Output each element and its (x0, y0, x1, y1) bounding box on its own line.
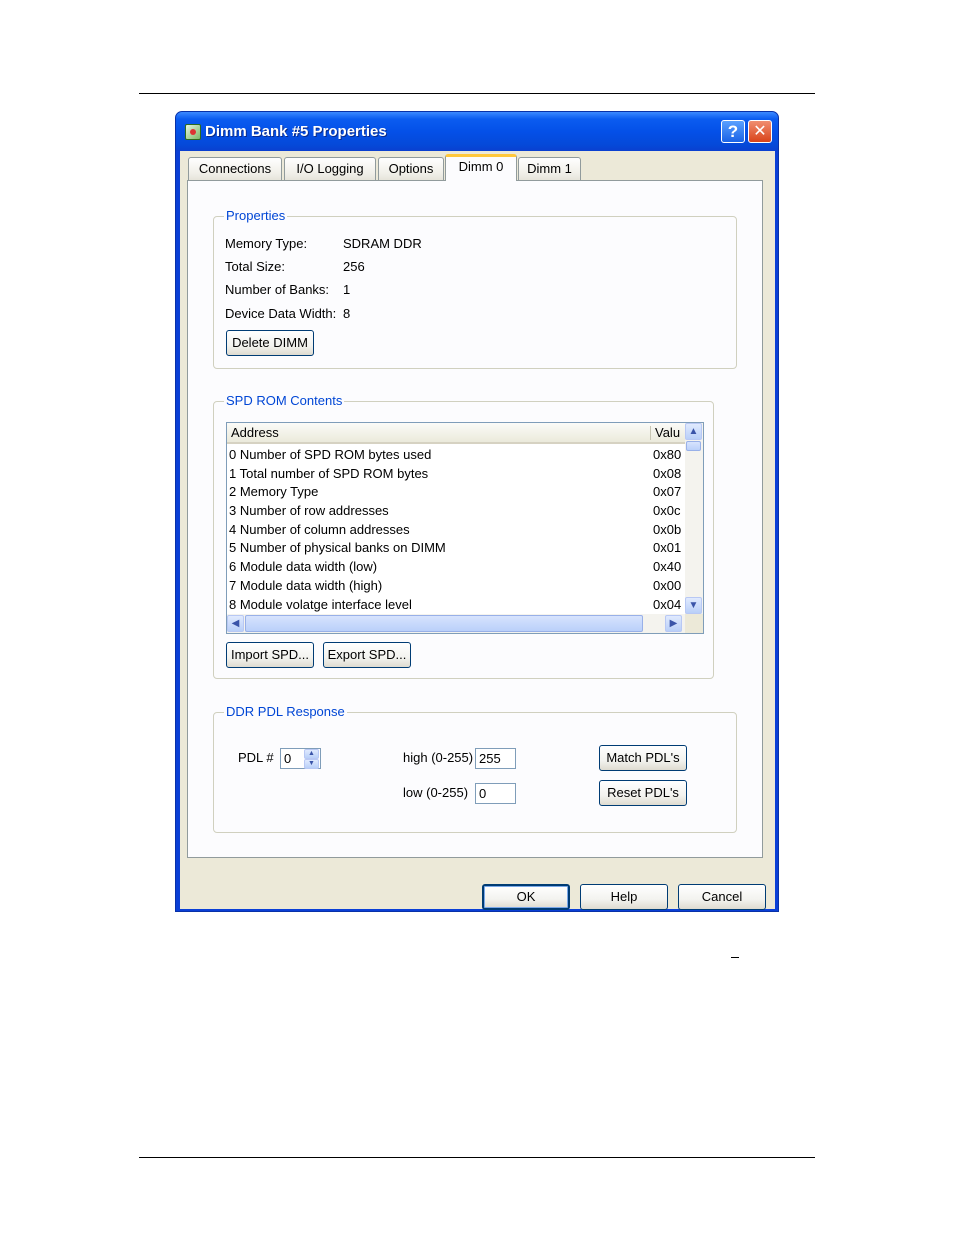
app-icon (185, 124, 201, 140)
memory-type-label: Memory Type: (225, 236, 308, 251)
column-header-address[interactable]: Address (231, 425, 279, 440)
horizontal-scroll-thumb[interactable] (245, 615, 643, 632)
value-cell: 0x0c (653, 503, 681, 519)
address-cell: 5 Number of physical banks on DIMM (229, 540, 446, 556)
export-spd-button[interactable]: Export SPD... (323, 642, 411, 668)
value-cell: 0x40 (653, 559, 682, 575)
high-label: high (0-255) (403, 750, 474, 765)
num-banks-value: 1 (343, 282, 351, 297)
title-bar[interactable]: Dimm Bank #5 Properties ? ✕ (176, 112, 778, 151)
help-button[interactable]: Help (580, 884, 668, 910)
page-bottom-rule (139, 1157, 815, 1158)
spin-down-icon[interactable]: ▼ (304, 759, 319, 769)
value-cell: 0x08 (653, 465, 682, 481)
memory-type-value: SDRAM DDR (343, 236, 422, 251)
ddr-pdl-legend: DDR PDL Response (224, 704, 347, 719)
list-item[interactable]: 0 Number of SPD ROM bytes used 0x80 (227, 446, 685, 465)
num-banks-label: Number of Banks: (225, 282, 330, 297)
scroll-down-icon[interactable]: ▼ (685, 597, 702, 614)
total-size-value: 256 (343, 259, 365, 274)
address-cell: 6 Module data width (low) (229, 559, 378, 575)
address-cell: 8 Module volatge interface level (229, 596, 412, 612)
list-item[interactable]: 5 Number of physical banks on DIMM 0x01 (227, 539, 685, 558)
list-item[interactable]: 3 Number of row addresses 0x0c (227, 502, 685, 521)
tab-options[interactable]: Options (378, 157, 444, 180)
column-header-value[interactable]: Valu (655, 425, 680, 440)
ddr-pdl-group: DDR PDL Response PDL # ▲ ▼ high (0-255) … (213, 704, 737, 833)
properties-group: Properties Memory Type: SDRAM DDR Total … (213, 208, 737, 369)
properties-dialog: Dimm Bank #5 Properties ? ✕ Connections … (175, 111, 779, 912)
vertical-scroll-thumb[interactable] (686, 441, 701, 451)
total-size-label: Total Size: (225, 259, 285, 274)
list-item[interactable]: 4 Number of column addresses 0x0b (227, 521, 685, 540)
address-cell: 0 Number of SPD ROM bytes used (229, 447, 432, 462)
scroll-up-icon[interactable]: ▲ (685, 423, 702, 440)
properties-legend: Properties (224, 208, 288, 223)
spd-rom-legend: SPD ROM Contents (224, 393, 345, 408)
address-cell: 2 Memory Type (229, 484, 319, 500)
value-cell: 0x04 (653, 596, 682, 612)
spin-up-icon[interactable]: ▲ (304, 749, 319, 759)
scrollbar-corner (685, 614, 703, 633)
low-input[interactable] (475, 783, 516, 804)
ok-button[interactable]: OK (482, 884, 570, 910)
dialog-client-area: Connections I/O Logging Options Dimm 0 D… (180, 151, 775, 910)
scroll-left-icon[interactable]: ◀ (227, 615, 244, 632)
list-rows: 0 Number of SPD ROM bytes used 0x80 1 Tot… (227, 446, 685, 614)
high-input[interactable] (475, 748, 516, 769)
scroll-right-icon[interactable]: ▶ (665, 615, 682, 632)
list-item[interactable]: 8 Module volatge interface level 0x04 (227, 596, 685, 615)
pdl-number-label: PDL # (238, 750, 274, 765)
delete-dimm-button[interactable]: Delete DIMM (226, 330, 314, 356)
horizontal-scrollbar[interactable]: ◀ ▶ (227, 614, 703, 633)
list-item[interactable]: 2 Memory Type 0x07 (227, 483, 685, 502)
help-icon[interactable]: ? (721, 120, 745, 143)
page-top-rule (139, 93, 815, 94)
value-cell: 0x00 (653, 577, 682, 593)
cancel-button[interactable]: Cancel (678, 884, 766, 910)
stray-mark (731, 957, 739, 958)
list-item[interactable]: 6 Module data width (low) 0x40 (227, 558, 685, 577)
device-width-value: 8 (343, 306, 351, 321)
tab-io-logging[interactable]: I/O Logging (284, 157, 376, 180)
tab-dimm-0[interactable]: Dimm 0 (445, 154, 517, 181)
low-label: low (0-255) (403, 785, 469, 800)
column-separator[interactable] (650, 426, 651, 440)
spd-rom-list[interactable]: Address Valu 0 Number of SPD ROM bytes u… (226, 422, 704, 634)
tab-dimm-1[interactable]: Dimm 1 (518, 157, 581, 180)
address-cell: 4 Number of column addresses (229, 521, 410, 537)
address-cell: 3 Number of row addresses (229, 503, 389, 519)
match-pdls-button[interactable]: Match PDL's (599, 745, 687, 771)
list-item[interactable]: 1 Total number of SPD ROM bytes 0x08 (227, 465, 685, 484)
window-title: Dimm Bank #5 Properties (205, 123, 387, 140)
vertical-scrollbar[interactable]: ▲ ▼ (685, 423, 703, 614)
close-icon[interactable]: ✕ (748, 120, 772, 143)
spd-rom-group: SPD ROM Contents Address Valu 0 Number o… (213, 393, 714, 679)
list-item[interactable]: 7 Module data width (high) 0x00 (227, 577, 685, 596)
tab-panel-dimm-0: Properties Memory Type: SDRAM DDR Total … (187, 180, 763, 858)
address-cell: 1 Total number of SPD ROM bytes (229, 465, 429, 481)
address-cell: 7 Module data width (high) (229, 577, 383, 593)
value-cell: 0x0b (653, 521, 682, 537)
tab-connections[interactable]: Connections (188, 157, 282, 180)
device-width-label: Device Data Width: (225, 306, 337, 321)
value-cell: 0x01 (653, 540, 682, 556)
list-header: Address Valu (227, 423, 685, 444)
import-spd-button[interactable]: Import SPD... (226, 642, 314, 668)
value-cell: 0x07 (653, 484, 682, 500)
value-cell: 0x80 (653, 447, 682, 462)
reset-pdls-button[interactable]: Reset PDL's (599, 780, 687, 806)
